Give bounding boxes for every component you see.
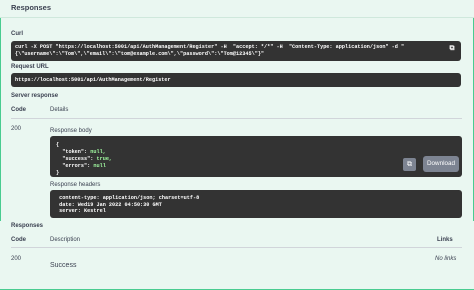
- responses-table-panel: [0, 221, 474, 290]
- responses-table-title: Responses: [11, 223, 44, 229]
- responses-code-header: Code: [11, 237, 26, 243]
- json-line: "token": null,: [56, 149, 106, 155]
- response-body-label: Response body: [50, 128, 92, 134]
- response-headers-box[interactable]: content-type: application/json; charset=…: [50, 190, 462, 218]
- json-line: "success": true,: [56, 156, 113, 162]
- json-line: {: [56, 142, 60, 148]
- response-row-links: No links: [435, 256, 457, 262]
- responses-divider: [11, 247, 462, 248]
- copy-body-button[interactable]: ⧉: [403, 158, 416, 171]
- json-line: "errors": null: [56, 163, 106, 169]
- server-response-code: 200: [11, 126, 22, 132]
- request-url-value: https://localhost:5001/api/AuthManagemen…: [15, 77, 171, 83]
- response-row-code: 200: [11, 256, 22, 262]
- request-url-box[interactable]: https://localhost:5001/api/AuthManagemen…: [11, 73, 461, 87]
- server-details-header: Details: [50, 107, 69, 113]
- response-row-description: Success: [50, 262, 77, 269]
- responses-title: Responses: [11, 3, 52, 12]
- copy-icon: ⧉: [407, 161, 412, 168]
- response-headers-label: Response headers: [50, 182, 101, 188]
- copy-icon[interactable]: ⧉: [447, 44, 457, 54]
- download-button[interactable]: Download: [423, 156, 459, 172]
- server-response-divider: [11, 118, 462, 119]
- curl-line-1: curl -X POST "https://localhost:5001/api…: [15, 44, 405, 50]
- panel-bottom-border: [0, 283, 474, 290]
- json-line: }: [56, 170, 60, 176]
- responses-header: Responses: [0, 0, 474, 18]
- server-code-header: Code: [11, 107, 26, 113]
- curl-command-box[interactable]: curl -X POST "https://localhost:5001/api…: [11, 41, 461, 61]
- responses-description-header: Description: [50, 237, 81, 243]
- responses-links-header: Links: [437, 237, 453, 243]
- request-url-label: Request URL: [11, 64, 49, 70]
- curl-line-2: {\"username\":\"Tom\",\"email\":\"tom@ex…: [15, 51, 265, 57]
- server-response-label: Server response: [11, 93, 59, 99]
- curl-label: Curl: [11, 31, 23, 37]
- response-body-box[interactable]: { "token": null, "success": true, "error…: [50, 136, 462, 177]
- header-line: server: Kestrel: [56, 208, 109, 214]
